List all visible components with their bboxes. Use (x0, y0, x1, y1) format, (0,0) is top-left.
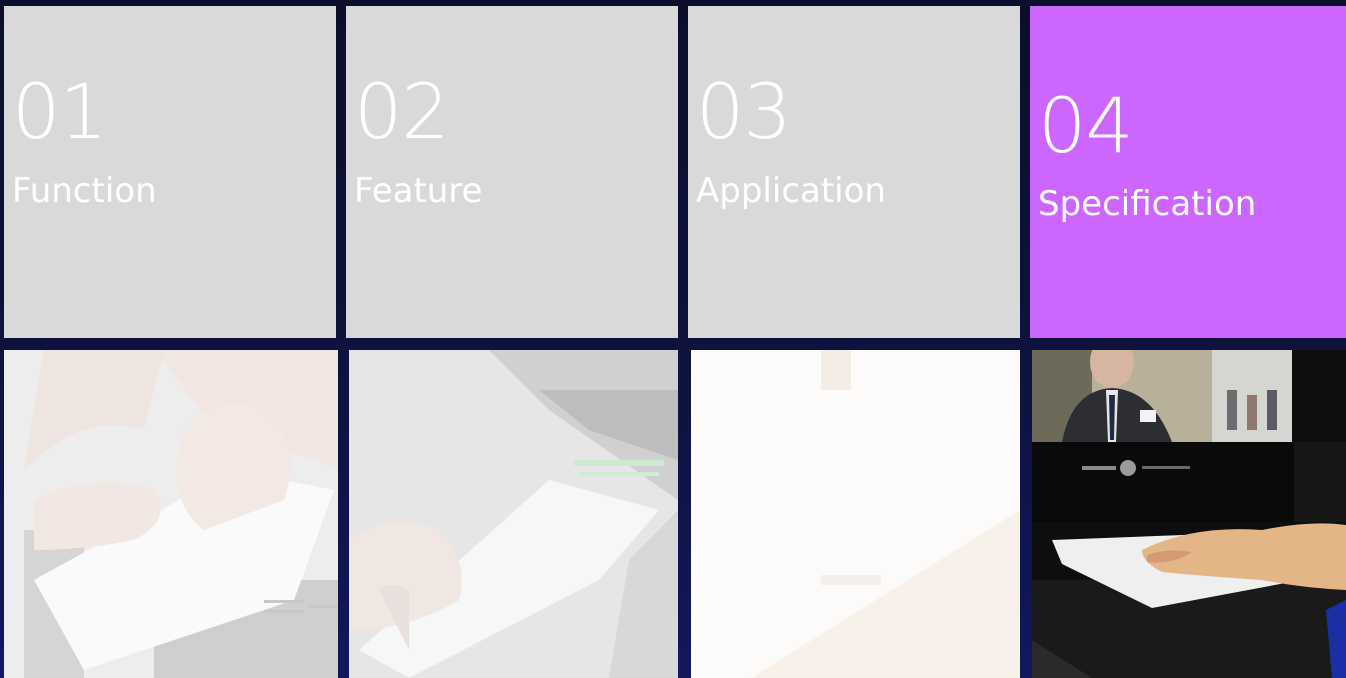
tab-application[interactable]: 03 Application (688, 6, 1020, 338)
tab-function-label: Function (12, 171, 157, 211)
tab-specification-label: Specification (1038, 184, 1257, 224)
tab-application-label: Application (696, 171, 886, 211)
application-photo[interactable] (691, 350, 1020, 678)
function-photo[interactable] (4, 350, 338, 678)
product-tabs-panel: 01 Function 02 Feature 03 Application 04… (0, 0, 1346, 678)
card-insert-photo (349, 350, 678, 678)
blank-document-photo (691, 350, 1020, 678)
tab-specification[interactable]: 04 Specification (1030, 6, 1346, 338)
tab-feature-label: Feature (354, 171, 483, 211)
hand-card-reader-photo (4, 350, 338, 678)
tab-feature[interactable]: 02 Feature (346, 6, 678, 338)
specification-photo[interactable] (1032, 350, 1346, 678)
feature-photo[interactable] (349, 350, 678, 678)
tab-function[interactable]: 01 Function (4, 6, 336, 338)
video-terminal-card-photo (1032, 350, 1346, 678)
tab-feature-number: 02 (354, 67, 450, 156)
tab-function-number: 01 (12, 67, 108, 156)
tab-specification-number: 04 (1038, 81, 1134, 170)
tab-application-number: 03 (696, 67, 792, 156)
